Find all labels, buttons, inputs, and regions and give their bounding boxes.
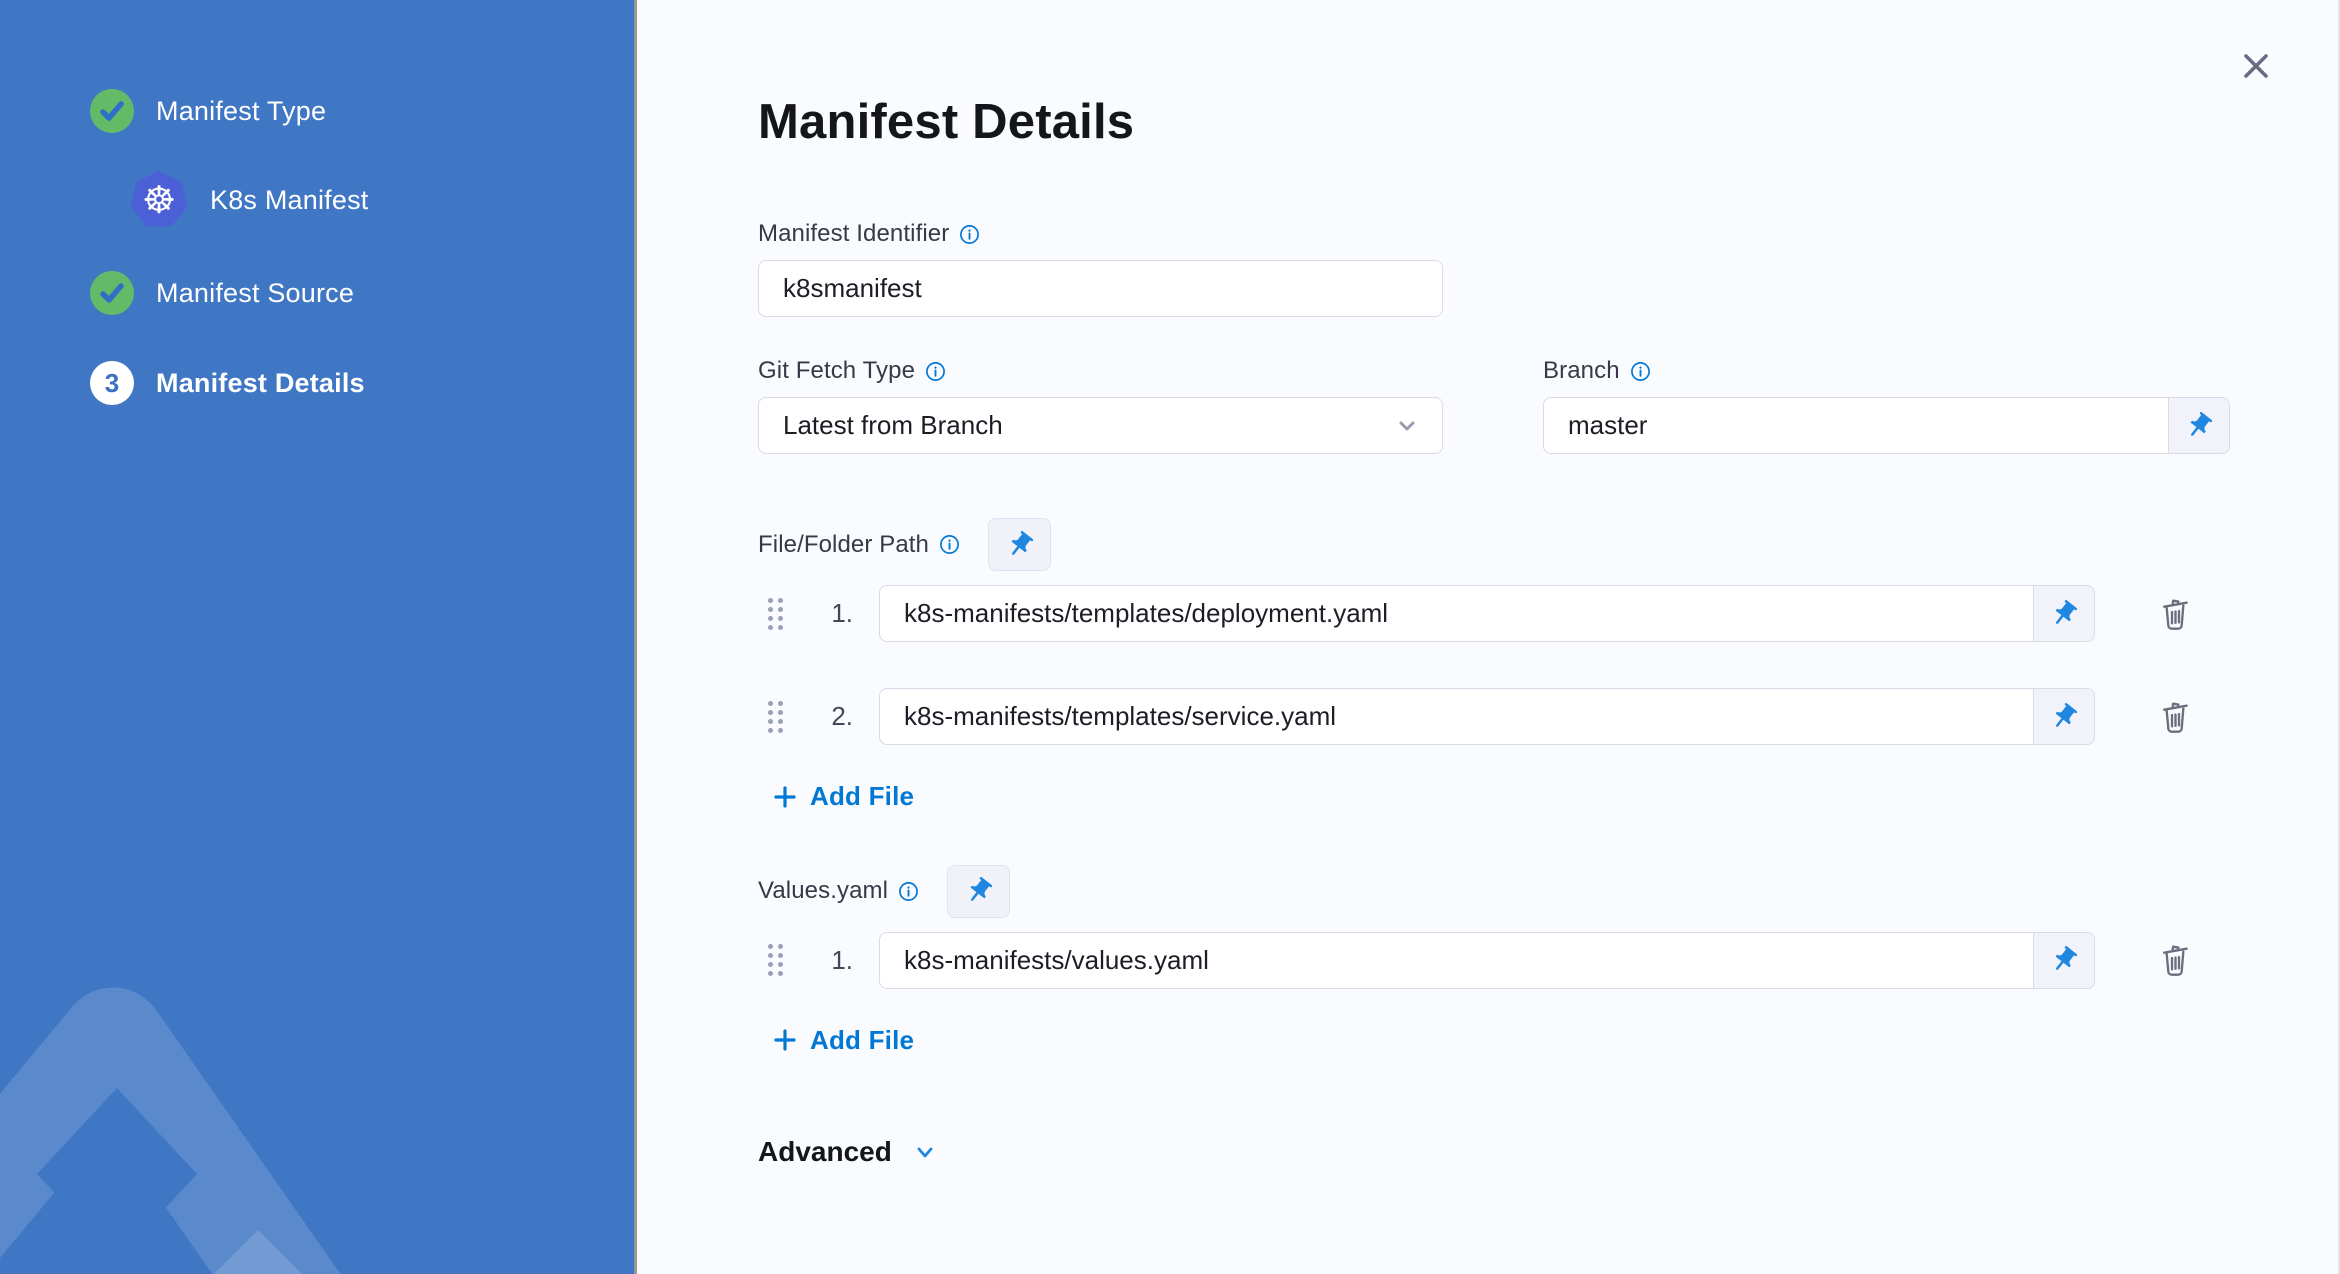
branch-field: Branch [1543, 357, 2230, 454]
row-index: 1. [831, 944, 853, 975]
values-path-input-group [879, 931, 2095, 989]
manifest-wizard-dialog: Manifest Type ☸ K8s Manifest Manifest So… [0, 0, 2340, 1274]
sidebar-step-manifest-source[interactable]: Manifest Source [90, 271, 634, 315]
branch-input[interactable] [1544, 398, 2168, 453]
values-yaml-rows: 1. [758, 931, 2338, 989]
pin-icon [1011, 530, 1033, 555]
fetch-branch-row: Git Fetch Type Latest from Branch Branch [758, 357, 2338, 454]
step-label: Manifest Details [156, 367, 365, 398]
file-path-row: 1. [768, 585, 2338, 642]
plus-icon [774, 1029, 796, 1051]
git-fetch-type-value: Latest from Branch [783, 410, 1003, 440]
kubernetes-icon: ☸ [130, 171, 188, 227]
step-label: K8s Manifest [210, 184, 369, 215]
file-path-input[interactable] [880, 689, 2033, 744]
check-circle-icon [90, 271, 134, 315]
drag-handle-icon[interactable] [768, 597, 783, 630]
chevron-down-icon [1399, 421, 1415, 430]
info-icon[interactable] [925, 361, 946, 382]
values-path-input[interactable] [880, 932, 2033, 988]
step-number-badge: 3 [90, 361, 134, 405]
trash-icon [2163, 599, 2188, 630]
harness-logo-watermark [0, 987, 341, 1274]
pin-icon [2190, 411, 2213, 436]
wizard-sidebar: Manifest Type ☸ K8s Manifest Manifest So… [0, 0, 634, 1274]
advanced-toggle[interactable]: Advanced [758, 1136, 940, 1168]
trash-icon [2163, 945, 2188, 976]
delete-row-button[interactable] [2153, 938, 2197, 982]
delete-row-button[interactable] [2153, 695, 2197, 739]
row-index: 2. [831, 701, 853, 731]
git-fetch-type-label: Git Fetch Type [758, 357, 916, 384]
pin-icon [2055, 599, 2078, 624]
file-folder-path-header: File/Folder Path [758, 518, 2338, 571]
info-icon[interactable] [898, 881, 919, 902]
info-icon[interactable] [959, 224, 980, 245]
page-title: Manifest Details [758, 95, 1135, 149]
branch-label: Branch [1543, 357, 1620, 384]
trash-icon [2163, 702, 2188, 733]
plus-icon [774, 785, 796, 808]
wizard-steps: Manifest Type ☸ K8s Manifest Manifest So… [0, 89, 634, 405]
git-fetch-type-select[interactable]: Latest from Branch [758, 397, 1443, 454]
pin-icon [970, 877, 992, 901]
values-yaml-header: Values.yaml [758, 864, 2338, 918]
pin-icon [2055, 702, 2078, 727]
step-label: Manifest Type [156, 95, 327, 126]
drag-handle-icon[interactable] [768, 944, 783, 976]
manifest-details-panel: Manifest Details Manifest Identifier Git… [637, 0, 2338, 1274]
git-fetch-type-field: Git Fetch Type Latest from Branch [758, 357, 1443, 454]
drag-handle-icon[interactable] [768, 700, 783, 733]
pin-icon [2055, 946, 2078, 970]
values-yaml-label: Values.yaml [758, 877, 889, 904]
pin-toggle-button[interactable] [947, 864, 1011, 918]
chevron-down-icon [917, 1147, 933, 1158]
branch-input-group [1543, 397, 2230, 454]
file-path-input-group [879, 688, 2095, 745]
file-folder-path-label: File/Folder Path [758, 530, 930, 558]
file-folder-path-rows: 1. 2. [758, 585, 2338, 745]
values-path-row: 1. [768, 931, 2338, 989]
delete-row-button[interactable] [2153, 592, 2197, 636]
pin-toggle-button[interactable] [2033, 689, 2094, 744]
close-icon [2244, 54, 2268, 78]
advanced-label: Advanced [758, 1136, 892, 1167]
file-path-input[interactable] [880, 586, 2033, 641]
manifest-identifier-input[interactable] [758, 260, 1443, 317]
sidebar-step-manifest-details[interactable]: 3 Manifest Details [90, 361, 634, 405]
step-label: Manifest Source [156, 277, 355, 308]
close-button[interactable] [2236, 46, 2276, 86]
file-path-input-group [879, 585, 2095, 642]
sidebar-substep-k8s-manifest[interactable]: ☸ K8s Manifest [130, 171, 634, 229]
pin-toggle-button[interactable] [2033, 932, 2094, 988]
manifest-identifier-field: Manifest Identifier [758, 220, 2338, 317]
file-path-row: 2. [768, 688, 2338, 745]
info-icon[interactable] [1630, 361, 1651, 382]
pin-toggle-button[interactable] [988, 518, 1052, 571]
add-file-button[interactable]: Add File [772, 781, 914, 812]
sidebar-step-manifest-type[interactable]: Manifest Type [90, 89, 634, 133]
check-circle-icon [90, 89, 134, 133]
manifest-identifier-label: Manifest Identifier [758, 220, 950, 247]
pin-toggle-button[interactable] [2033, 586, 2094, 641]
info-icon[interactable] [939, 534, 960, 555]
add-file-button[interactable]: Add File [772, 1025, 914, 1056]
row-index: 1. [831, 598, 853, 628]
pin-toggle-button[interactable] [2168, 398, 2229, 453]
